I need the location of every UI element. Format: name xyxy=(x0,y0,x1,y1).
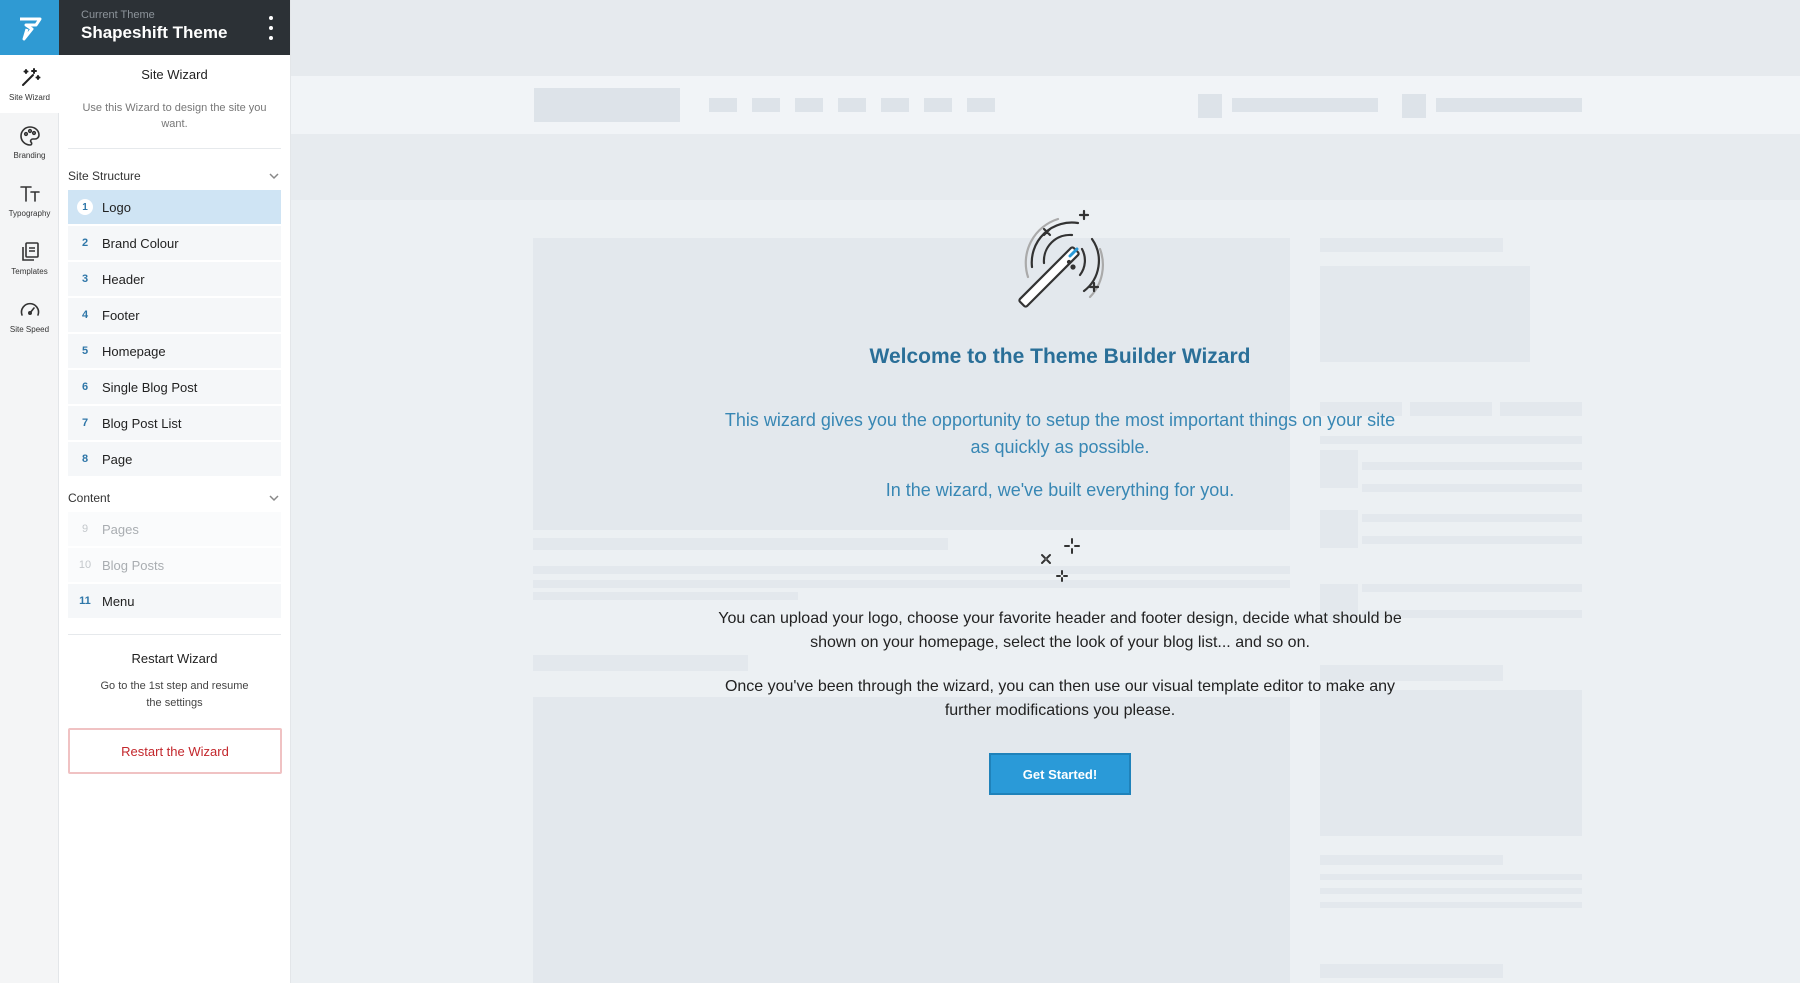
rail-item-label: Typography xyxy=(8,209,51,218)
typography-icon xyxy=(19,186,40,202)
preview-topbar xyxy=(291,0,1800,76)
rail-item-site-speed[interactable]: Site Speed xyxy=(0,287,59,345)
section-title: Site Structure xyxy=(68,169,141,183)
step-label: Blog Post List xyxy=(102,415,182,431)
preview-nav-placeholder xyxy=(752,98,780,112)
step-number: 1 xyxy=(77,199,93,215)
rail-item-label: Branding xyxy=(13,151,46,160)
step-single-blog-post[interactable]: 6 Single Blog Post xyxy=(68,370,281,406)
icon-rail: Site Wizard Branding Typography Template… xyxy=(0,0,59,983)
step-label: Homepage xyxy=(102,343,166,359)
preview-nav-placeholder xyxy=(1198,94,1222,118)
speedometer-icon xyxy=(20,302,39,316)
brand-logo[interactable] xyxy=(0,0,59,55)
step-header[interactable]: 3 Header xyxy=(68,262,281,298)
description-paragraph-1: You can upload your logo, choose your fa… xyxy=(718,610,1402,651)
step-label: Logo xyxy=(102,199,131,215)
magic-wand-icon xyxy=(1018,209,1104,308)
preview-sidebar-placeholder xyxy=(1320,964,1503,978)
lead-text: This wizard gives you the opportunity to… xyxy=(724,410,1396,457)
step-number: 6 xyxy=(81,381,89,393)
rail-item-label: Site Speed xyxy=(9,325,50,334)
wizard-description: Use this Wizard to design the site you w… xyxy=(82,102,267,130)
preview-nav-placeholder xyxy=(967,98,995,112)
preview-nav-placeholder xyxy=(924,98,952,112)
step-number: 7 xyxy=(81,417,89,429)
section-header-site-structure[interactable]: Site Structure xyxy=(59,166,290,186)
step-number: 4 xyxy=(81,309,89,321)
step-number: 8 xyxy=(81,453,89,465)
divider xyxy=(68,148,281,149)
restart-wizard-button[interactable]: Restart the Wizard xyxy=(68,728,282,774)
preview-subnav xyxy=(291,134,1800,200)
step-label: Footer xyxy=(102,307,140,323)
step-label: Brand Colour xyxy=(102,235,179,251)
divider xyxy=(68,634,281,635)
sparkle-icon xyxy=(1041,538,1080,582)
get-started-button[interactable]: Get Started! xyxy=(989,753,1131,795)
preview-sidebar-placeholder xyxy=(1320,902,1582,908)
preview-nav-placeholder xyxy=(709,98,737,112)
step-label: Menu xyxy=(102,593,135,609)
step-label: Blog Posts xyxy=(102,557,165,573)
step-number: 10 xyxy=(78,559,92,571)
lead-text-2: In the wizard, we've built everything fo… xyxy=(885,480,1235,500)
preview-sidebar-placeholder xyxy=(1320,855,1503,865)
preview-sidebar-placeholder xyxy=(1320,888,1582,894)
description-paragraph-2: Once you've been through the wizard, you… xyxy=(724,678,1396,719)
step-blog-posts: 10 Blog Posts xyxy=(68,548,281,584)
rail-item-label: Site Wizard xyxy=(9,93,50,102)
section-header-content[interactable]: Content xyxy=(59,488,290,508)
rail-item-templates[interactable]: Templates xyxy=(0,229,59,287)
chevron-down-icon xyxy=(269,495,279,502)
preview-nav-placeholder xyxy=(838,98,866,112)
brand-logo-icon xyxy=(19,17,41,40)
preview-sidebar-placeholder xyxy=(1500,402,1582,416)
magic-wand-icon xyxy=(21,68,40,86)
theme-subtitle: Current Theme xyxy=(81,9,155,21)
restart-title: Restart Wizard xyxy=(131,651,218,666)
step-homepage[interactable]: 5 Homepage xyxy=(68,334,281,370)
step-blog-post-list[interactable]: 7 Blog Post List xyxy=(68,406,281,442)
wizard-sidebar: Current Theme Shapeshift Theme Site Wiza… xyxy=(59,0,291,983)
preview-sidebar-placeholder xyxy=(1320,874,1582,880)
preview-nav-placeholder xyxy=(881,98,909,112)
step-number: 11 xyxy=(79,595,91,607)
wizard-welcome: Welcome to the Theme Builder Wizard This… xyxy=(700,205,1420,795)
step-page[interactable]: 8 Page xyxy=(68,442,281,478)
preview-nav-placeholder xyxy=(1402,94,1426,118)
welcome-heading: Welcome to the Theme Builder Wizard xyxy=(869,345,1251,368)
rail-item-label: Templates xyxy=(11,267,48,276)
step-number: 5 xyxy=(81,345,89,357)
theme-title: Shapeshift Theme xyxy=(81,23,228,42)
more-options-icon[interactable] xyxy=(268,16,274,40)
palette-icon xyxy=(19,126,40,146)
step-label: Single Blog Post xyxy=(102,379,198,395)
step-number: 2 xyxy=(81,237,89,249)
step-number: 3 xyxy=(81,273,89,285)
restart-description: Go to the 1st step and resume the settin… xyxy=(100,680,249,709)
step-logo[interactable]: 1 Logo xyxy=(68,190,281,226)
preview-logo-placeholder xyxy=(534,88,680,122)
preview-nav-placeholder xyxy=(1436,98,1582,112)
chevron-down-icon xyxy=(269,173,279,180)
rail-item-branding[interactable]: Branding xyxy=(0,113,59,171)
templates-icon xyxy=(21,242,39,261)
preview-nav-placeholder xyxy=(1232,98,1378,112)
wizard-title: Site Wizard xyxy=(141,67,208,82)
step-number: 9 xyxy=(81,523,89,535)
rail-item-site-wizard[interactable]: Site Wizard xyxy=(0,55,59,113)
step-pages: 9 Pages xyxy=(68,512,281,548)
preview-nav-placeholder xyxy=(795,98,823,112)
step-label: Page xyxy=(102,451,133,467)
theme-header: Current Theme Shapeshift Theme xyxy=(59,0,290,55)
step-label: Header xyxy=(102,271,145,287)
step-label: Pages xyxy=(102,521,139,537)
step-brand-colour[interactable]: 2 Brand Colour xyxy=(68,226,281,262)
section-title: Content xyxy=(68,491,111,505)
step-menu[interactable]: 11 Menu xyxy=(68,584,281,620)
preview-sidebar-placeholder xyxy=(1410,402,1492,416)
step-footer[interactable]: 4 Footer xyxy=(68,298,281,334)
rail-item-typography[interactable]: Typography xyxy=(0,171,59,229)
